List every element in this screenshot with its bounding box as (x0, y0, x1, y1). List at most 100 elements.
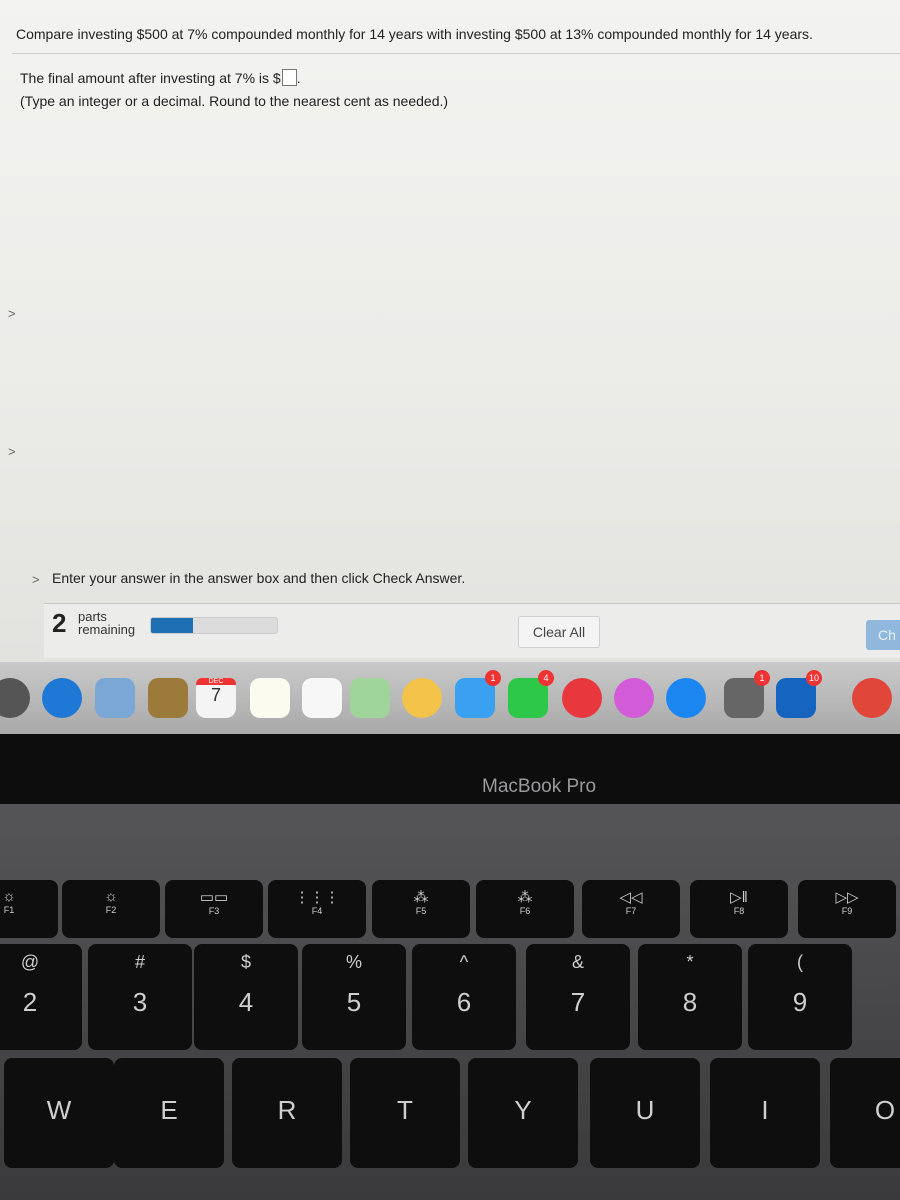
dock-app-photos[interactable] (402, 678, 442, 718)
dock-app-calendar[interactable]: DEC 7 (196, 678, 236, 718)
notification-badge: 1 (485, 670, 501, 686)
key-f4[interactable]: ⋮⋮⋮ F4 (268, 880, 366, 938)
key-icon: ☼ (104, 888, 118, 905)
parts-count: 2 (52, 608, 67, 638)
key-shift-symbol: ( (797, 952, 803, 972)
key-number: 8 (682, 987, 698, 1017)
key-f8[interactable]: ▷‖ F8 (690, 880, 788, 938)
notification-badge: 4 (538, 670, 554, 686)
question-footer: 2 parts remaining Clear All Ch (44, 603, 900, 658)
key-icon: ⋮⋮⋮ (294, 889, 340, 906)
dock-app-news[interactable] (562, 678, 602, 718)
calendar-day: 7 (210, 685, 221, 705)
dock-app-app-store[interactable] (666, 678, 706, 718)
key-shift-symbol: @ (20, 952, 40, 972)
chevron-right-icon[interactable]: > (8, 444, 16, 459)
key-icon: ☼ (2, 888, 16, 905)
key-label: F2 (105, 905, 117, 915)
key-4[interactable]: $4 (194, 944, 298, 1050)
check-answer-button[interactable]: Ch (866, 620, 900, 650)
dock-app-preview[interactable] (95, 678, 135, 718)
key-shift-symbol: % (345, 952, 362, 972)
key-number: 4 (238, 987, 254, 1017)
answer-line: The final amount after investing at 7% i… (20, 69, 301, 86)
key-6[interactable]: ^ 6 (412, 944, 516, 1050)
progress-fill (151, 618, 193, 633)
key-number: 5 (346, 987, 362, 1017)
dock-app-chrome[interactable] (852, 678, 892, 718)
key-shift-symbol: * (686, 952, 694, 972)
dock-app-outlook[interactable]: 10 (776, 670, 822, 718)
dock-app-music[interactable] (614, 678, 654, 718)
dock-app-launchpad[interactable] (0, 678, 30, 718)
key-icon: ▷‖ (730, 889, 748, 906)
key-f1[interactable]: ☼ F1 (0, 880, 58, 938)
parts-label-2: remaining (78, 622, 136, 637)
key-e[interactable]: E (114, 1058, 224, 1168)
question-text: Compare investing $500 at 7% compounded … (16, 26, 813, 42)
key-8[interactable]: * 8 (638, 944, 742, 1050)
key-f7[interactable]: ◁◁ F7 (582, 880, 680, 938)
key-shift-symbol: & (571, 952, 584, 972)
clear-all-button[interactable]: Clear All (518, 616, 600, 648)
dock-app-facetime[interactable]: 4 (508, 670, 554, 718)
key-f9[interactable]: ▷▷ F9 (798, 880, 896, 938)
key-icon: ▷▷ (835, 889, 859, 906)
key-f5[interactable]: ⁂ F5 (372, 880, 470, 938)
answer-prompt: The final amount after investing at 7% i… (20, 70, 281, 86)
key-3[interactable]: #3 (88, 944, 192, 1050)
dock-app-safari[interactable] (42, 678, 82, 718)
calendar-month: DEC (196, 678, 236, 685)
key-shift-symbol: ^ (459, 952, 469, 972)
key-number: 7 (570, 987, 586, 1017)
key-o[interactable]: O (830, 1058, 900, 1168)
dock: DEC 7 1 4 1 10 (0, 662, 900, 734)
notification-badge: 10 (806, 670, 822, 686)
parts-label: parts remaining (78, 610, 135, 636)
key-shift-symbol: # (134, 952, 145, 972)
key-9[interactable]: (9 (748, 944, 852, 1050)
key-t[interactable]: T (350, 1058, 460, 1168)
key-5[interactable]: % 5 (302, 944, 406, 1050)
parts-progress-bar (150, 617, 278, 634)
key-number: 2 (22, 987, 38, 1017)
key-label: F8 (733, 906, 745, 916)
key-f2[interactable]: ☼ F2 (62, 880, 160, 938)
bezel (0, 734, 900, 804)
chevron-right-icon[interactable]: > (32, 572, 40, 587)
key-icon: ⁂ (413, 889, 429, 906)
key-icon: ▭▭ (199, 889, 229, 906)
answer-hint: (Type an integer or a decimal. Round to … (20, 93, 449, 109)
dock-app-system-preferences[interactable]: 1 (724, 670, 770, 718)
answer-input[interactable] (281, 69, 297, 86)
key-i[interactable]: I (710, 1058, 820, 1168)
dock-app-notes[interactable] (250, 678, 290, 718)
divider (12, 53, 900, 54)
key-number: 3 (132, 987, 148, 1017)
chevron-right-icon[interactable]: > (8, 306, 16, 321)
key-f6[interactable]: ⁂ F6 (476, 880, 574, 938)
dock-app-reminders[interactable] (302, 678, 342, 718)
laptop-brand: MacBook Pro (482, 776, 597, 797)
key-w[interactable]: W (4, 1058, 114, 1168)
dock-app-messages[interactable]: 1 (455, 670, 501, 718)
key-number: 9 (792, 987, 808, 1017)
key-icon: ◁◁ (619, 889, 643, 906)
key-u[interactable]: U (590, 1058, 700, 1168)
key-icon: ⁂ (517, 889, 533, 906)
key-label: F3 (208, 906, 220, 916)
dock-app-contacts[interactable] (148, 678, 188, 718)
browser-screen: Compare investing $500 at 7% compounded … (0, 0, 900, 662)
key-f3[interactable]: ▭▭ F3 (165, 880, 263, 938)
key-label: F7 (625, 906, 637, 916)
key-r[interactable]: R (232, 1058, 342, 1168)
dock-app-maps[interactable] (350, 678, 390, 718)
key-label: F9 (841, 906, 853, 916)
key-label: F1 (3, 905, 15, 915)
key-label: F4 (311, 906, 323, 916)
key-2[interactable]: @2 (0, 944, 82, 1050)
key-7[interactable]: & 7 (526, 944, 630, 1050)
key-label: F6 (519, 906, 531, 916)
key-y[interactable]: Y (468, 1058, 578, 1168)
key-shift-symbol: $ (240, 952, 251, 972)
